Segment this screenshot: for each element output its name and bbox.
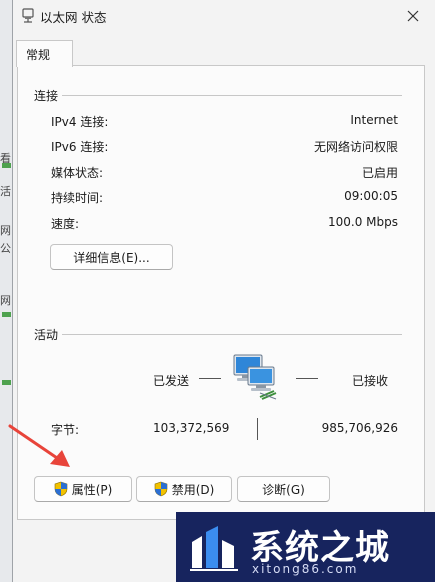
title-bar[interactable]: 以太网 状态 — [13, 0, 435, 31]
watermark-banner: 系统之城 xitong86.com — [176, 512, 435, 582]
uac-shield-icon — [154, 481, 167, 497]
watermark-url: xitong86.com — [252, 562, 359, 576]
bg-fragment: 活 — [0, 185, 11, 198]
connection-group-title: 连接 — [34, 87, 63, 104]
connection-group-line — [34, 95, 402, 96]
close-icon — [407, 10, 419, 22]
details-button-label: 详细信息(E)... — [73, 250, 150, 265]
disable-button[interactable]: 禁用(D) — [136, 476, 232, 502]
bytes-received-value: 985,706,926 — [321, 421, 398, 435]
media-state-value: 已启用 — [361, 166, 398, 180]
received-label: 已接收 — [352, 374, 389, 388]
general-panel: 连接 IPv4 连接: Internet IPv6 连接: 无网络访问权限 媒体… — [17, 65, 425, 520]
activity-group-title: 活动 — [34, 326, 63, 343]
diagnose-button-label: 诊断(G) — [262, 482, 305, 497]
bg-status-mark — [2, 380, 11, 385]
diagnose-button[interactable]: 诊断(G) — [237, 476, 330, 502]
close-button[interactable] — [396, 4, 430, 28]
speed-value: 100.0 Mbps — [327, 215, 398, 229]
window-title: 以太网 状态 — [40, 10, 107, 25]
disable-button-label: 禁用(D) — [171, 482, 215, 497]
bg-fragment: 公 — [0, 242, 11, 255]
received-connector-line — [296, 378, 318, 379]
ethernet-status-dialog: 以太网 状态 常规 连接 IPv4 连接: Internet IPv6 连接: … — [12, 0, 435, 582]
ipv4-label: IPv4 连接: — [51, 115, 109, 129]
duration-label: 持续时间: — [51, 191, 104, 205]
activity-group-line — [34, 334, 402, 335]
bytes-separator — [257, 418, 258, 440]
sent-connector-line — [199, 378, 221, 379]
media-state-label: 媒体状态: — [51, 166, 104, 180]
ipv6-value: 无网络访问权限 — [313, 140, 398, 154]
duration-value: 09:00:05 — [344, 189, 398, 203]
ipv4-value: Internet — [350, 113, 398, 127]
sent-label: 已发送 — [153, 374, 190, 388]
speed-label: 速度: — [51, 217, 80, 231]
details-button[interactable]: 详细信息(E)... — [50, 244, 173, 270]
properties-button-label: 属性(P) — [71, 482, 113, 497]
watermark-logo — [190, 526, 238, 571]
bg-status-mark — [2, 163, 11, 168]
bytes-sent-value: 103,372,569 — [153, 421, 230, 435]
bg-fragment: 网 — [0, 224, 11, 237]
uac-shield-icon — [54, 481, 67, 497]
ethernet-icon — [22, 8, 34, 23]
ipv6-label: IPv6 连接: — [51, 140, 109, 154]
network-computers-icon — [233, 354, 277, 400]
bg-status-mark — [2, 312, 11, 317]
bg-fragment: 网 — [0, 294, 11, 307]
tab-general[interactable]: 常规 — [16, 40, 73, 67]
tab-general-label: 常规 — [26, 48, 51, 62]
bytes-label: 字节: — [51, 423, 80, 437]
properties-button[interactable]: 属性(P) — [34, 476, 132, 502]
